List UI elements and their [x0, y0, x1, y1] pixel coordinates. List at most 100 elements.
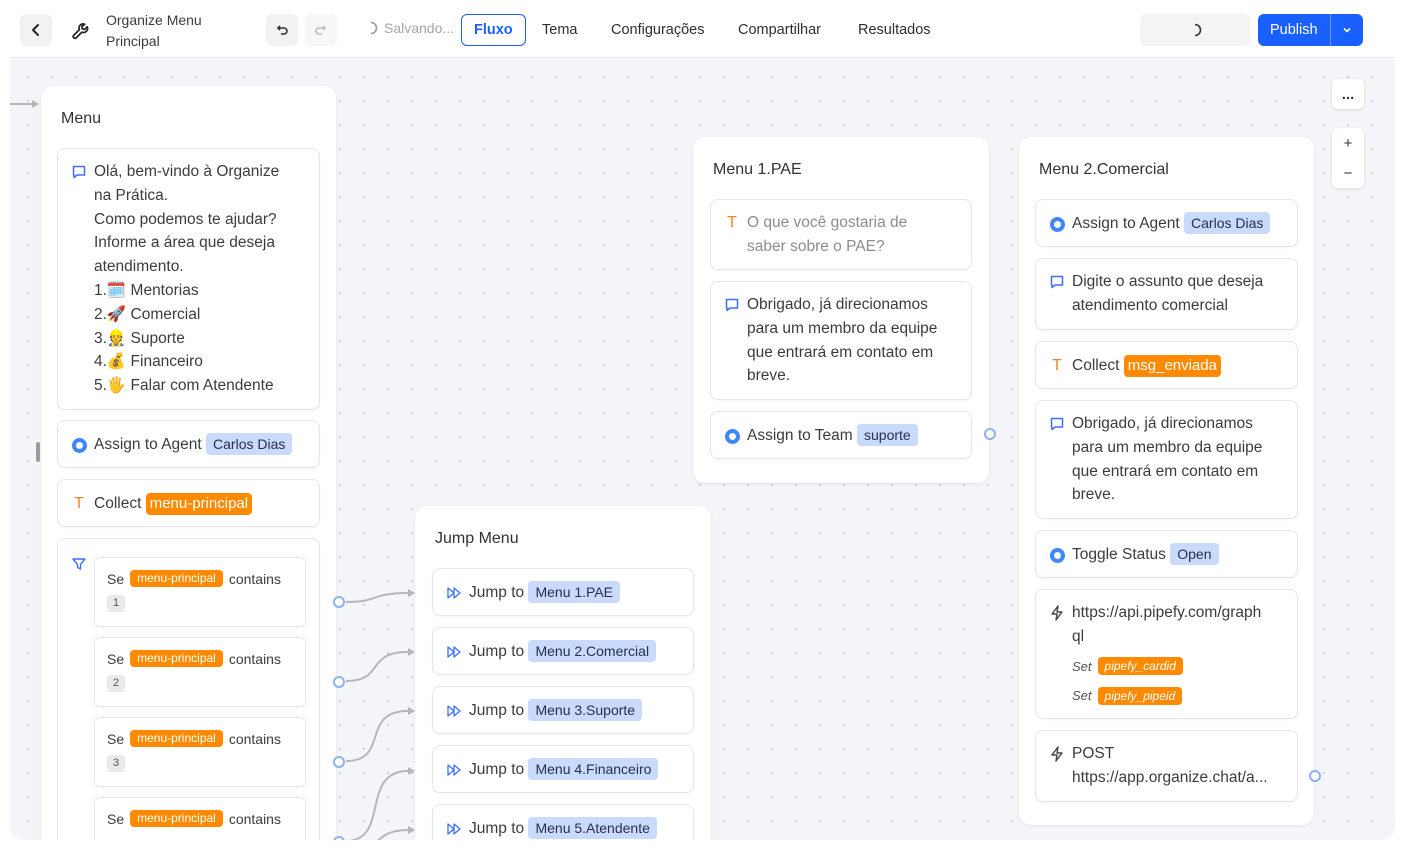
agent-badge: Carlos Dias	[1184, 212, 1271, 234]
back-button[interactable]	[20, 14, 52, 46]
set-label: Set	[1072, 688, 1092, 704]
block-label: Jump to	[469, 820, 525, 837]
fast-forward-icon	[445, 761, 463, 779]
text-line: Como podemos te ajudar?	[94, 210, 277, 228]
group-menu[interactable]: Menu Olá, bem-vindo à Organize na Prátic…	[41, 86, 336, 840]
output-port[interactable]	[1309, 770, 1321, 782]
jump-block[interactable]: Jump to Menu 1.PAE	[432, 568, 694, 616]
set-variable-row: Set pipefy_cardid	[1072, 655, 1285, 679]
zoom-controls: + −	[1332, 128, 1364, 188]
flow-title[interactable]: Organize Menu Principal	[106, 10, 256, 52]
edge-arrow-incoming	[32, 100, 39, 108]
condition-operator: contains	[228, 570, 281, 587]
toggle-status-block[interactable]: Toggle Status Open	[1035, 530, 1298, 578]
publish-dropdown[interactable]	[1331, 14, 1363, 46]
zoom-out-button[interactable]: −	[1332, 158, 1364, 188]
webhook-block[interactable]: POST https://app.organize.chat/a...	[1035, 730, 1298, 802]
text-line: 3.👷 Suporte	[94, 329, 185, 347]
condition-block[interactable]: Se menu-principal contains 1 Se menu-princi…	[57, 538, 320, 840]
text-bubble-block[interactable]: Digite o assunto que deseja atendimento …	[1035, 258, 1298, 330]
condition-value: 1	[107, 595, 126, 612]
condition-item[interactable]: Se menu-principal contains	[94, 797, 306, 840]
variable-badge: menu-principal	[130, 570, 223, 587]
fast-forward-icon	[445, 820, 463, 838]
block-label: Jump to	[469, 584, 525, 601]
text-line: na Prática.	[94, 186, 169, 204]
drag-handle[interactable]	[36, 442, 40, 462]
tab-configuracoes[interactable]: Configurações	[599, 14, 717, 46]
target-badge: Menu 3.Suporte	[528, 699, 643, 721]
flow-canvas[interactable]: Menu Olá, bem-vindo à Organize na Prátic…	[10, 59, 1395, 840]
text-bubble-block[interactable]: Olá, bem-vindo à Organize na Prática. Co…	[57, 148, 320, 410]
group-menu-pae[interactable]: Menu 1.PAE T O que você gostaria de sabe…	[693, 137, 989, 483]
ring-icon	[70, 436, 88, 454]
group-title[interactable]: Menu 1.PAE	[713, 161, 802, 179]
condition-value: 3	[107, 755, 126, 772]
target-badge: Menu 1.PAE	[528, 581, 621, 603]
saving-status: Salvando...	[364, 20, 454, 36]
assign-agent-block[interactable]: Assign to Agent Carlos Dias	[1035, 199, 1298, 247]
output-port[interactable]	[333, 676, 345, 688]
team-badge: suporte	[857, 424, 918, 446]
tab-tema[interactable]: Tema	[530, 14, 589, 46]
chat-bubble-icon	[70, 163, 88, 181]
assign-team-block[interactable]: Assign to Team suporte	[710, 411, 972, 459]
tab-fluxo[interactable]: Fluxo	[461, 14, 526, 46]
text-line: atendimento.	[94, 258, 184, 276]
saving-text: Salvando...	[384, 20, 455, 36]
jump-block[interactable]: Jump to Menu 3.Suporte	[432, 686, 694, 734]
target-badge: Menu 4.Financeiro	[528, 758, 659, 780]
collect-block[interactable]: T Collect menu-principal	[57, 479, 320, 527]
jump-block[interactable]: Jump to Menu 4.Financeiro	[432, 745, 694, 793]
text-bubble-block[interactable]: Obrigado, já direcionamos para um membro…	[710, 281, 972, 400]
text-input-block[interactable]: T O que você gostaria de saber sobre o P…	[710, 199, 972, 270]
tab-resultados[interactable]: Resultados	[846, 14, 943, 46]
output-port[interactable]	[984, 428, 996, 440]
more-icon[interactable]: ...	[1332, 79, 1364, 109]
condition-item[interactable]: Se menu-principal contains 3	[94, 717, 306, 787]
text-line: Olá, bem-vindo à Organize	[94, 163, 280, 180]
ring-icon	[1048, 546, 1066, 564]
edge-cond-3	[345, 710, 409, 762]
edge-arrow-1	[408, 589, 415, 597]
text-line: atendimento comercial	[1072, 296, 1228, 314]
text-line: breve.	[747, 367, 791, 385]
group-jump-menu[interactable]: Jump Menu Jump to Menu 1.PAE Jump to Men…	[415, 506, 711, 840]
assign-agent-block[interactable]: Assign to Agent Carlos Dias	[57, 420, 320, 468]
webhook-block[interactable]: https://api.pipefy.com/graph ql Set pipef…	[1035, 589, 1298, 719]
edge-cond-2	[345, 651, 409, 682]
undo-icon	[276, 25, 288, 35]
top-bar: Organize Menu Principal Salvando... Flux…	[10, 0, 1395, 58]
chat-bubble-icon	[723, 296, 741, 314]
text-line: breve.	[1072, 486, 1116, 504]
group-title[interactable]: Jump Menu	[435, 530, 519, 548]
collect-block[interactable]: T Collect msg_enviada	[1035, 341, 1298, 389]
jump-block[interactable]: Jump to Menu 5.Atendente	[432, 804, 694, 840]
condition-prefix: Se	[107, 650, 125, 667]
text-bubble-block[interactable]: Obrigado, já direcionamos para um membro…	[1035, 400, 1298, 519]
output-port[interactable]	[333, 596, 345, 608]
block-label: Jump to	[469, 761, 525, 778]
condition-item[interactable]: Se menu-principal contains 1	[94, 557, 306, 627]
tab-compartilhar[interactable]: Compartilhar	[726, 14, 833, 46]
fast-forward-icon	[445, 643, 463, 661]
group-title[interactable]: Menu 2.Comercial	[1039, 161, 1169, 179]
text-line: ql	[1072, 627, 1085, 645]
edge-arrow-4	[408, 767, 415, 775]
group-menu-comercial[interactable]: Menu 2.Comercial Assign to Agent Carlos …	[1019, 137, 1314, 825]
text-input-icon: T	[74, 495, 84, 512]
condition-item[interactable]: Se menu-principal contains 2	[94, 637, 306, 707]
redo-button[interactable]	[305, 14, 337, 46]
publish-button[interactable]: Publish	[1258, 14, 1363, 46]
condition-prefix: Se	[107, 810, 125, 827]
jump-block[interactable]: Jump to Menu 2.Comercial	[432, 627, 694, 675]
more-options-button[interactable]: ...	[1332, 79, 1364, 109]
ring-icon	[1048, 215, 1066, 233]
loading-indicator	[1140, 14, 1250, 46]
group-title[interactable]: Menu	[61, 110, 101, 128]
lightning-icon	[1048, 604, 1066, 622]
output-port[interactable]	[333, 756, 345, 768]
zoom-in-button[interactable]: +	[1332, 128, 1364, 158]
publish-label[interactable]: Publish	[1258, 14, 1331, 46]
undo-button[interactable]	[266, 14, 298, 46]
